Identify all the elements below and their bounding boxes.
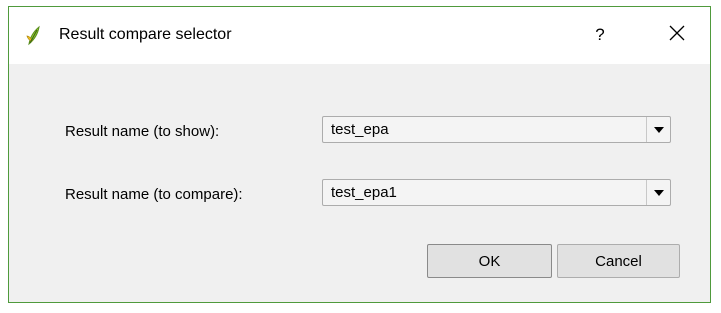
chevron-down-icon[interactable] xyxy=(646,180,670,205)
cancel-button[interactable]: Cancel xyxy=(557,244,680,278)
result-show-dropdown[interactable]: test_epa xyxy=(322,116,671,143)
result-compare-value: test_epa1 xyxy=(331,184,397,201)
title-bar: Result compare selector ? xyxy=(9,7,710,64)
help-button[interactable]: ? xyxy=(582,17,618,53)
ok-button[interactable]: OK xyxy=(427,244,552,278)
result-show-label: Result name (to show): xyxy=(65,123,220,140)
close-button[interactable] xyxy=(657,17,697,53)
dialog-window: Result compare selector ? Result name (t… xyxy=(8,6,711,303)
result-compare-dropdown[interactable]: test_epa1 xyxy=(322,179,671,206)
result-compare-label: Result name (to compare): xyxy=(65,186,243,203)
qgis-logo-icon xyxy=(23,24,45,46)
dialog-title: Result compare selector xyxy=(59,26,232,43)
close-icon xyxy=(669,25,685,46)
chevron-down-icon[interactable] xyxy=(646,117,670,142)
result-show-value: test_epa xyxy=(331,121,389,138)
